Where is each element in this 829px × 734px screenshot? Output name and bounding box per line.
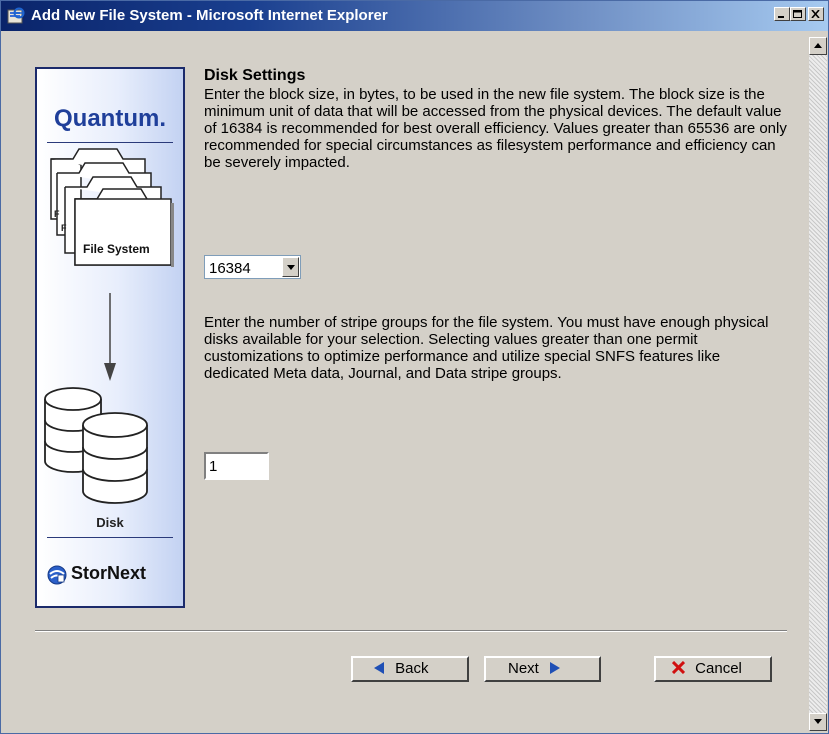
close-icon xyxy=(811,10,820,18)
stornext-globe-icon xyxy=(47,565,67,585)
scroll-down-button[interactable] xyxy=(809,713,827,731)
stornext-text: StorNext xyxy=(71,563,147,583)
back-label: Back xyxy=(395,660,429,677)
minimize-icon xyxy=(778,16,784,18)
next-button[interactable]: Next xyxy=(484,656,601,682)
arrow-right-icon xyxy=(550,662,561,674)
file-system-label: File System xyxy=(83,242,150,256)
close-button[interactable] xyxy=(808,7,824,21)
scroll-down-icon xyxy=(814,719,822,724)
page-title: Disk Settings xyxy=(204,67,306,84)
vertical-scrollbar[interactable] xyxy=(809,37,827,731)
minimize-button[interactable] xyxy=(774,7,790,21)
divider xyxy=(47,537,173,538)
window-title: Add New File System - Microsoft Internet… xyxy=(31,7,388,24)
block-size-select[interactable]: 16384 xyxy=(204,255,301,279)
cancel-label: Cancel xyxy=(695,660,742,677)
title-bar[interactable]: Add New File System - Microsoft Internet… xyxy=(1,1,828,31)
internet-explorer-icon xyxy=(7,7,25,24)
back-button[interactable]: Back xyxy=(351,656,469,682)
svg-text:F: F xyxy=(54,209,60,219)
next-label: Next xyxy=(508,660,539,677)
scroll-up-button[interactable] xyxy=(809,37,827,55)
stripe-groups-description: Enter the number of stripe groups for th… xyxy=(204,314,769,382)
red-x-icon xyxy=(671,660,686,675)
disk-label: Disk xyxy=(96,515,124,530)
block-size-value: 16384 xyxy=(209,260,251,277)
cancel-button[interactable]: Cancel xyxy=(654,656,772,682)
separator-highlight xyxy=(35,631,787,632)
wizard-graphic-panel: Quantum. F F File System Disk StorNext xyxy=(35,67,185,608)
scroll-up-icon xyxy=(814,43,822,48)
browser-window: Add New File System - Microsoft Internet… xyxy=(0,0,829,734)
arrow-left-icon xyxy=(374,662,384,674)
file-system-folders-icon: F F xyxy=(44,148,174,504)
stripe-groups-input[interactable] xyxy=(204,452,269,480)
block-size-description: Enter the block size, in bytes, to be us… xyxy=(204,86,787,171)
maximize-button[interactable] xyxy=(790,7,806,21)
svg-text:F: F xyxy=(61,223,67,233)
chevron-down-icon xyxy=(287,265,295,270)
block-size-dropdown-button[interactable] xyxy=(282,257,299,277)
maximize-icon xyxy=(793,10,802,18)
